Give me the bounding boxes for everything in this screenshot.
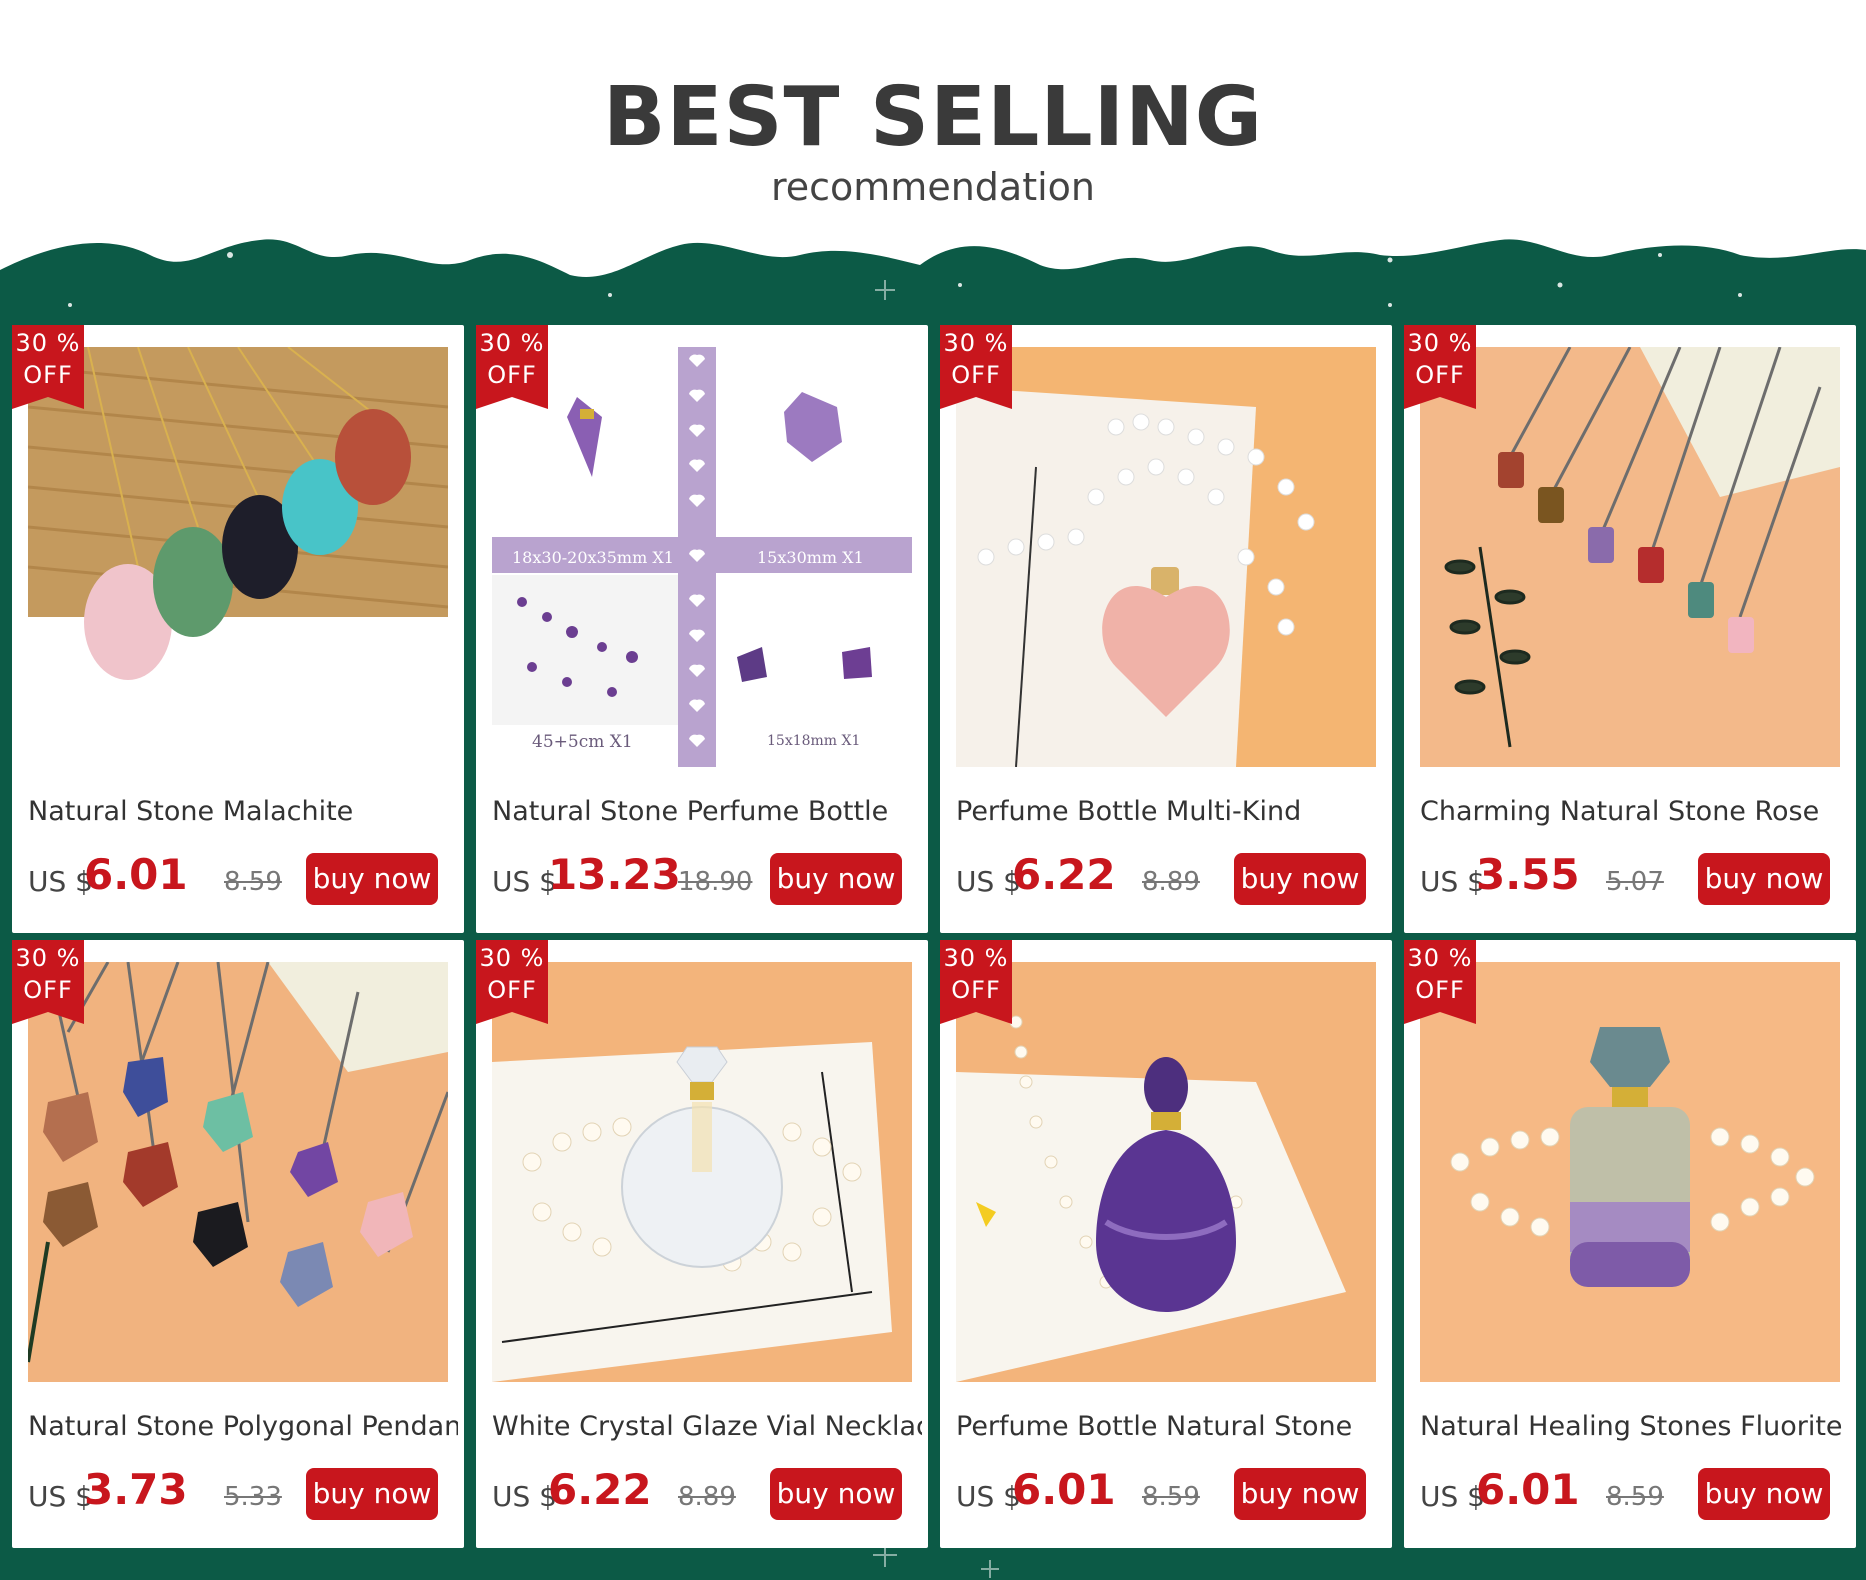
- sale-price: 6.01: [1012, 1465, 1116, 1514]
- discount-badge: 30 % OFF: [12, 325, 84, 409]
- product-card[interactable]: 30 % OFF Natural Stone Polygonal Pendant…: [12, 940, 464, 1548]
- original-price: 8.89: [1142, 867, 1200, 897]
- product-name[interactable]: Natural Stone Perfume Bottle: [492, 795, 922, 829]
- section-subtitle: recommendation: [770, 165, 1095, 209]
- buy-now-button[interactable]: buy now: [770, 853, 902, 905]
- product-card[interactable]: 30 % OFF Perfume Bottle Multi-Kind US $ …: [940, 325, 1392, 933]
- price-row: US $ 6.22 8.89 buy now: [492, 1460, 922, 1520]
- badge-percent: 30 %: [479, 944, 545, 972]
- original-price: 8.59: [1606, 1482, 1664, 1512]
- size-label-a: 18x30-20x35mm X1: [512, 548, 674, 567]
- discount-badge: 30 % OFF: [940, 325, 1012, 409]
- badge-off: OFF: [487, 361, 537, 389]
- sale-price: 6.01: [84, 850, 188, 899]
- sale-price: 3.73: [84, 1465, 188, 1514]
- sale-price: 6.22: [548, 1465, 652, 1514]
- product-name[interactable]: Natural Stone Malachite: [28, 795, 458, 829]
- buy-now-button[interactable]: buy now: [1234, 853, 1366, 905]
- original-price: 8.59: [1142, 1482, 1200, 1512]
- product-card[interactable]: 30 % OFF Natural Stone Malachite US $ 6.…: [12, 325, 464, 933]
- product-name[interactable]: Charming Natural Stone Rose: [1420, 795, 1850, 829]
- section-title: BEST SELLING: [602, 70, 1264, 165]
- discount-badge: 30 % OFF: [12, 940, 84, 1024]
- sale-price: 3.55: [1476, 850, 1580, 899]
- badge-percent: 30 %: [479, 329, 545, 357]
- amethyst-vial-image: [956, 962, 1376, 1382]
- price-row: US $ 6.01 8.59 buy now: [28, 845, 458, 905]
- original-price: 18.90: [678, 867, 753, 897]
- section-header: BEST SELLING recommendation: [0, 0, 1866, 230]
- product-image[interactable]: [492, 962, 912, 1382]
- badge-off: OFF: [951, 976, 1001, 1004]
- buy-now-button[interactable]: buy now: [306, 1468, 438, 1520]
- size-label-c: 45+5cm X1: [532, 732, 633, 752]
- original-price: 5.07: [1606, 867, 1664, 897]
- product-card[interactable]: 30 % OFF White Crystal Glaze Vial Neckla…: [476, 940, 928, 1548]
- product-image[interactable]: [28, 962, 448, 1382]
- discount-badge: 30 % OFF: [476, 325, 548, 409]
- product-image[interactable]: 18x30-20x35mm X1 15x30mm X1 45+5cm X1 15…: [492, 347, 912, 767]
- badge-percent: 30 %: [1407, 329, 1473, 357]
- price-row: US $ 3.55 5.07 buy now: [1420, 845, 1850, 905]
- discount-badge: 30 % OFF: [1404, 940, 1476, 1024]
- price-row: US $ 3.73 5.33 buy now: [28, 1460, 458, 1520]
- size-label-b: 15x30mm X1: [757, 548, 864, 567]
- product-name[interactable]: White Crystal Glaze Vial Necklace: [492, 1410, 922, 1444]
- badge-percent: 30 %: [15, 329, 81, 357]
- product-image[interactable]: [956, 347, 1376, 767]
- product-card[interactable]: 30 % OFF Charming Natural Stone Rose US …: [1404, 325, 1856, 933]
- price-row: US $ 13.23 18.90 buy now: [492, 845, 922, 905]
- badge-percent: 30 %: [1407, 944, 1473, 972]
- buy-now-button[interactable]: buy now: [1234, 1468, 1366, 1520]
- size-label-d: 15x18mm X1: [767, 733, 860, 749]
- product-image[interactable]: [956, 962, 1376, 1382]
- price-row: US $ 6.01 8.59 buy now: [1420, 1460, 1850, 1520]
- sale-price: 6.01: [1476, 1465, 1580, 1514]
- product-grid: 30 % OFF Natural Stone Malachite US $ 6.…: [12, 325, 1864, 1548]
- buy-now-button[interactable]: buy now: [1698, 1468, 1830, 1520]
- badge-off: OFF: [23, 976, 73, 1004]
- teardrop-pendants-image: [28, 347, 448, 767]
- discount-badge: 30 % OFF: [1404, 325, 1476, 409]
- product-image[interactable]: [1420, 962, 1840, 1382]
- price-row: US $ 6.22 8.89 buy now: [956, 845, 1386, 905]
- badge-percent: 30 %: [943, 329, 1009, 357]
- product-name[interactable]: Perfume Bottle Multi-Kind: [956, 795, 1386, 829]
- product-name[interactable]: Natural Stone Polygonal Pendant: [28, 1410, 458, 1444]
- badge-off: OFF: [1415, 361, 1465, 389]
- price-row: US $ 6.01 8.59 buy now: [956, 1460, 1386, 1520]
- buy-now-button[interactable]: buy now: [1698, 853, 1830, 905]
- rose-quartz-heart-image: [956, 347, 1376, 767]
- discount-badge: 30 % OFF: [940, 940, 1012, 1024]
- discount-badge: 30 % OFF: [476, 940, 548, 1024]
- badge-off: OFF: [487, 976, 537, 1004]
- cylinder-pendants-image: [1420, 347, 1840, 767]
- product-image[interactable]: [28, 347, 448, 767]
- product-image[interactable]: [1420, 347, 1840, 767]
- clear-crystal-vial-image: [492, 962, 912, 1382]
- amethyst-set-image: 18x30-20x35mm X1 15x30mm X1 45+5cm X1 15…: [492, 347, 912, 767]
- polygonal-pendants-image: [28, 962, 448, 1382]
- original-price: 8.89: [678, 1482, 736, 1512]
- fluorite-vial-image: [1420, 962, 1840, 1382]
- original-price: 8.59: [224, 867, 282, 897]
- product-card[interactable]: 30 % OFF Natural Healing Stones Fluorite…: [1404, 940, 1856, 1548]
- badge-off: OFF: [1415, 976, 1465, 1004]
- sale-price: 6.22: [1012, 850, 1116, 899]
- badge-percent: 30 %: [943, 944, 1009, 972]
- product-name[interactable]: Natural Healing Stones Fluorite: [1420, 1410, 1850, 1444]
- buy-now-button[interactable]: buy now: [770, 1468, 902, 1520]
- badge-off: OFF: [951, 361, 1001, 389]
- product-name[interactable]: Perfume Bottle Natural Stone: [956, 1410, 1386, 1444]
- original-price: 5.33: [224, 1482, 282, 1512]
- sale-price: 13.23: [548, 850, 681, 899]
- buy-now-button[interactable]: buy now: [306, 853, 438, 905]
- product-card[interactable]: 18x30-20x35mm X1 15x30mm X1 45+5cm X1 15…: [476, 325, 928, 933]
- badge-percent: 30 %: [15, 944, 81, 972]
- product-card[interactable]: 30 % OFF Perfume Bottle Natural Stone US…: [940, 940, 1392, 1548]
- badge-off: OFF: [23, 361, 73, 389]
